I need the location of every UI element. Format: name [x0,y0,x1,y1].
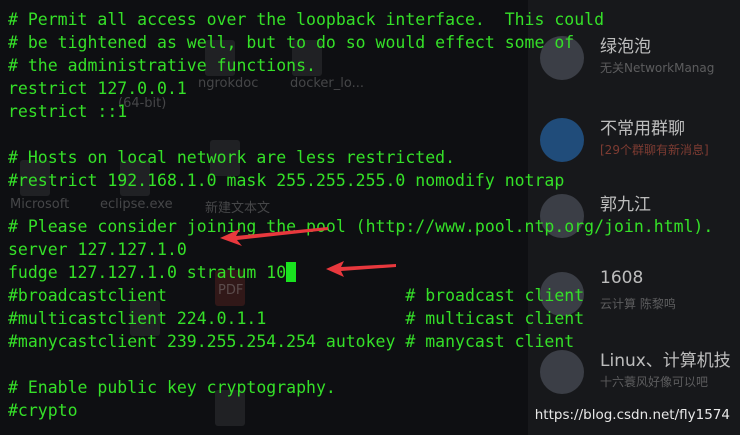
config-line: # Please consider joining the pool (http… [8,217,714,236]
config-line: # the administrative functions. [8,56,316,75]
config-line [8,192,740,215]
config-line: # Enable public key cryptography. [8,378,336,397]
config-line [8,353,740,376]
config-line: # Permit all access over the loopback in… [8,10,605,29]
watermark: https://blog.csdn.net/fly1574 [534,407,730,423]
config-line: #restrict 192.168.1.0 mask 255.255.255.0… [8,171,565,190]
annotation-arrow-icon [220,227,328,246]
config-line: #manycastclient 239.255.254.254 autokey … [8,332,575,351]
annotation-arrow-icon [326,261,396,277]
config-line: restrict ::1 [8,102,128,121]
config-line: #broadcastclient # broadcast client [8,286,585,305]
config-line: # Hosts on local network are less restri… [8,148,456,167]
config-line: restrict 127.0.0.1 [8,79,187,98]
config-line [8,123,740,146]
config-line: # be tightened as well, but to do so wou… [8,33,575,52]
config-line: #multicastclient 224.0.1.1 # multicast c… [8,309,585,328]
config-line-text: fudge 127.127.1.0 stratum 10 [8,263,287,282]
text-cursor [286,262,297,282]
terminal-editor[interactable]: # Permit all access over the loopback in… [8,8,740,428]
